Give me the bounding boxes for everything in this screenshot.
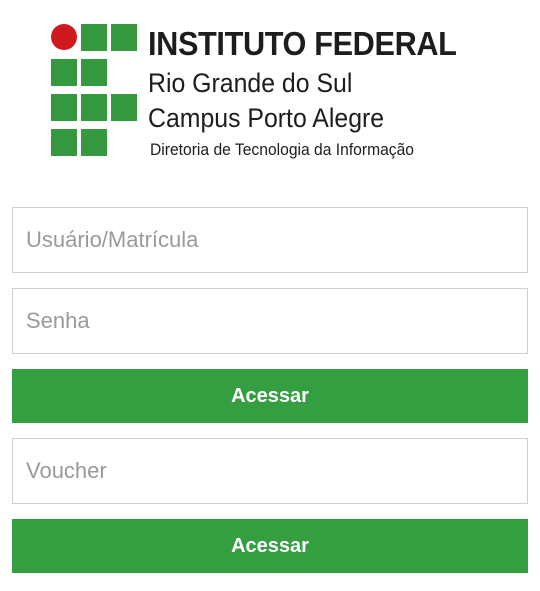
logo-mark-icon <box>50 22 138 162</box>
logo-square <box>51 94 77 121</box>
logo-department: Diretoria de Tecnologia da Informação <box>150 140 415 159</box>
logo-square <box>81 59 107 86</box>
voucher-input[interactable] <box>12 438 528 504</box>
captive-portal-page: INSTITUTO FEDERAL Rio Grande do Sul Camp… <box>0 0 540 591</box>
logo-square <box>81 94 107 121</box>
logo-red-dot <box>51 24 77 50</box>
password-input[interactable] <box>12 288 528 354</box>
login-submit-button[interactable]: Acessar <box>12 369 528 423</box>
logo-square <box>111 94 137 121</box>
logo-square <box>81 129 107 156</box>
logo-state: Rio Grande do Sul <box>148 68 353 98</box>
logo-square <box>51 129 77 156</box>
logo-square <box>111 24 137 51</box>
logo-campus: Campus Porto Alegre <box>148 103 385 133</box>
logo-square <box>51 59 77 86</box>
logo-square <box>81 24 107 51</box>
username-input[interactable] <box>12 207 528 273</box>
voucher-submit-button[interactable]: Acessar <box>12 519 528 573</box>
institution-logo: INSTITUTO FEDERAL Rio Grande do Sul Camp… <box>50 22 500 164</box>
logo-title: INSTITUTO FEDERAL <box>148 25 457 62</box>
